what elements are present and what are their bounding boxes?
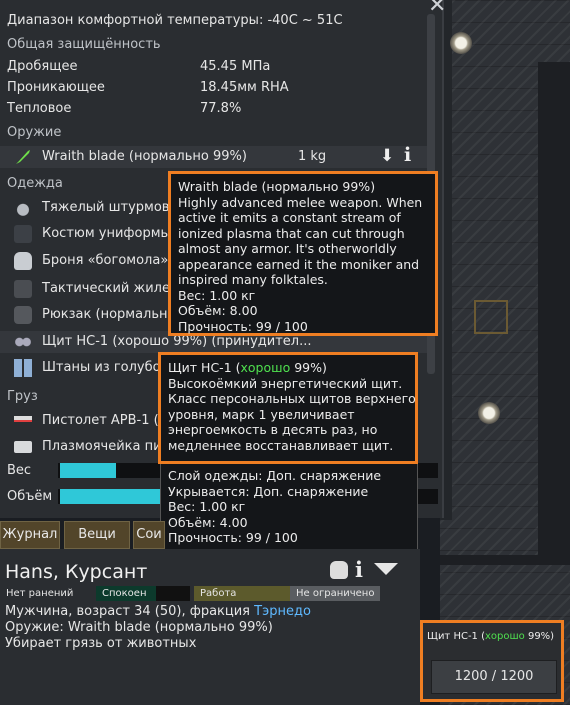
shield-belt-icon <box>14 333 32 351</box>
tooltip-line: Объём: 4.00 <box>168 514 248 530</box>
mood-chip[interactable]: Спокоен <box>96 586 190 601</box>
plasma-cell-icon <box>14 441 32 453</box>
shield-energy-bar: 1200 / 1200 <box>431 660 557 694</box>
shield-details-tooltip: Слой одежды: Доп. снаряжение Укрывается:… <box>160 460 418 560</box>
uniform-icon <box>14 225 32 243</box>
weight-label: Вес <box>7 463 32 478</box>
tooltip-line: Объём: 8.00 <box>178 303 258 318</box>
area-chip[interactable]: Работа <box>194 586 292 601</box>
tooltip-line: энергоемкость в десять раз, но <box>168 422 378 437</box>
weapon-weight: 1 kg <box>298 149 327 164</box>
tooltip-line: Highly advanced melee weapon. When <box>178 194 423 210</box>
wall <box>538 62 570 562</box>
blunt-label: Дробящее <box>7 59 78 74</box>
heat-label: Тепловое <box>7 101 72 116</box>
tooltip-line: Класс персональных щитов верхнего <box>168 391 416 406</box>
pawn-name: Hans, Курсант <box>5 561 148 583</box>
weapons-header: Оружие <box>7 125 62 140</box>
tooltip-line: медленнее восстанавливает щит. <box>168 437 394 453</box>
tooltip-line: Высокоёмкий энергетический щит. <box>168 375 403 391</box>
tooltip-line: Wraith blade (нормально 99%) <box>178 179 376 194</box>
shield-tooltip: Щит НС-1 (хорошо 99%) Высокоёмкий энерге… <box>158 352 418 464</box>
pawn-description: Мужчина, возраст 34 (50), фракция Тэрнед… <box>5 604 311 619</box>
tooltip-line: Вес: 1.00 кг <box>168 499 246 514</box>
weight-bar-fill <box>60 463 116 478</box>
tooltip-line: уровня, марк 1 увеличивает <box>168 406 355 422</box>
tab-social[interactable]: Сои <box>133 521 165 549</box>
health-chip[interactable]: Нет ранений <box>0 586 98 601</box>
apparel-label: Броня «богомола» ( <box>42 253 178 268</box>
comfort-temperature: Диапазон комфортной температуры: -40C ~ … <box>7 13 343 28</box>
lamp-icon <box>450 32 472 54</box>
tooltip-line: inspired many folktales. <box>178 272 328 287</box>
blunt-value: 45.45 МПа <box>200 59 271 74</box>
faction-link[interactable]: Тэрнедо <box>254 604 311 619</box>
protection-header: Общая защищённость <box>7 37 161 52</box>
tooltip-title: Щит НС-1 (хорошо 99%) <box>168 360 327 375</box>
tooltip-line: Прочность: 99 / 100 <box>178 318 308 334</box>
tooltip-line: active it emits a constant stream of <box>178 210 401 225</box>
sharp-label: Проникающее <box>7 80 105 95</box>
tooltip-line: Прочность: 99 / 100 <box>168 530 298 545</box>
shield-gizmo[interactable]: Щит НС-1 (хорошо 99%) 1200 / 1200 <box>420 620 564 702</box>
wall <box>440 555 570 565</box>
cargo-label: Пистолет АРВ-1 ( <box>42 413 159 428</box>
heat-value: 77.8% <box>200 101 242 116</box>
pistol-icon <box>14 416 32 426</box>
pants-icon <box>14 359 32 377</box>
weapon-row[interactable]: Wraith blade (нормально 99%) 1 kg ⬇ i <box>0 144 430 168</box>
info-icon[interactable]: i <box>404 144 411 166</box>
tooltip-line: ionized plasma that can cut through <box>178 225 405 241</box>
helmet-icon <box>14 199 32 217</box>
tooltip-line: Укрывается: Доп. снаряжение <box>168 483 369 499</box>
selection-square <box>474 300 508 334</box>
apparel-label: Тактический жилет ( <box>42 281 187 296</box>
shield-gizmo-title: Щит НС-1 (хорошо 99%) <box>427 631 555 642</box>
tooltip-line: appearance earned it the moniker and <box>178 256 420 272</box>
tooltip-line: Вес: 1.00 кг <box>178 287 256 303</box>
tab-gear[interactable]: Вещи <box>64 521 130 549</box>
collapse-icon[interactable] <box>374 563 398 575</box>
volume-bar-fill <box>60 489 169 504</box>
tooltip-line: Слой одежды: Доп. снаряжение <box>168 468 382 483</box>
sharp-value: 18.45мм RHA <box>200 80 289 95</box>
info-icon[interactable]: i <box>355 557 363 582</box>
draft-icon[interactable] <box>330 561 348 579</box>
weapon-tooltip: Wraith blade (нормально 99%) Highly adva… <box>168 171 438 336</box>
pawn-weapon: Оружие: Wraith blade (нормально 99%) <box>5 620 273 635</box>
apparel-label: Костюм униформы С <box>42 226 185 241</box>
weapon-label: Wraith blade (нормально 99%) <box>42 149 247 164</box>
apparel-header: Одежда <box>7 176 63 191</box>
apparel-label: Тяжелый штурмово <box>42 200 178 215</box>
policy-chip[interactable]: Не ограничено <box>290 586 380 601</box>
apparel-label: Щит НС-1 (хорошо 99%) (принудител... <box>42 334 312 349</box>
pawn-job: Убирает грязь от животных <box>5 636 197 651</box>
vest-icon <box>14 280 32 298</box>
backpack-icon <box>14 306 32 324</box>
apparel-label: Рюкзак (нормально <box>42 307 176 322</box>
armor-icon <box>14 252 32 270</box>
drop-icon[interactable]: ⬇ <box>380 146 394 166</box>
cargo-label: Плазмоячейка писі <box>42 439 173 454</box>
tooltip-line: almost any armor. It's otherworldly <box>178 241 397 256</box>
volume-label: Объём <box>7 489 53 504</box>
cargo-header: Груз <box>7 389 38 404</box>
apparel-label: Штаны из голубого <box>42 360 176 375</box>
tab-log[interactable]: Журнал <box>0 521 60 549</box>
lamp-icon <box>478 402 500 424</box>
world-map-view[interactable] <box>440 0 570 705</box>
blade-icon <box>16 150 30 164</box>
